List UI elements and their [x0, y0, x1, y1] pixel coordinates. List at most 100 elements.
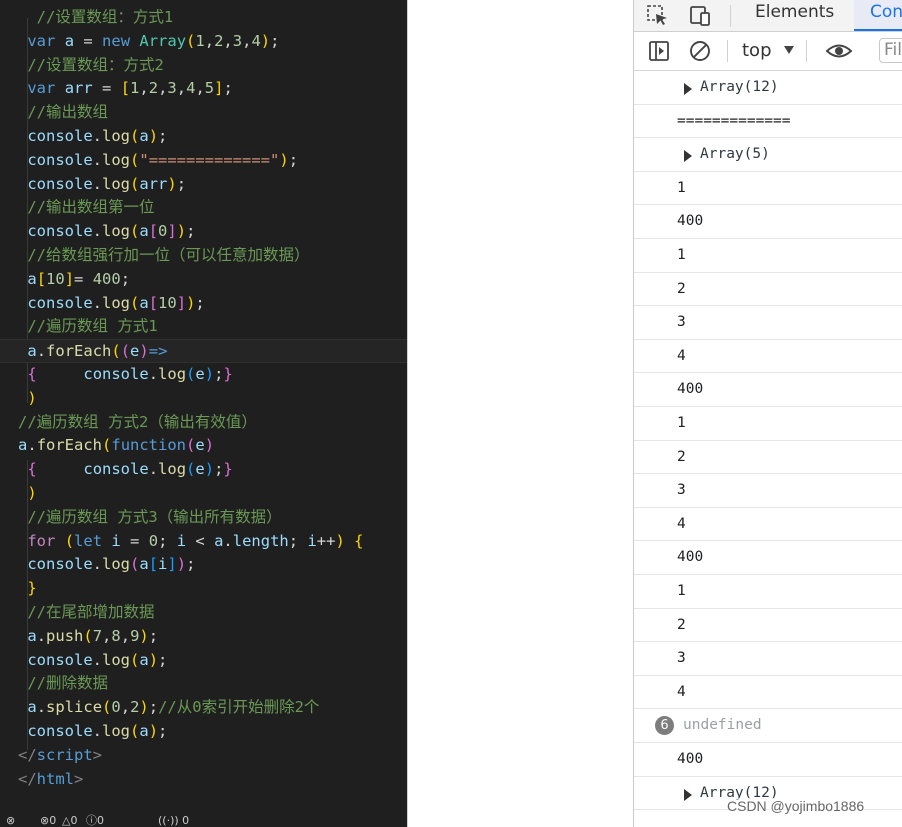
code-editor[interactable]: //设置数组：方式1 var a = new Array(1,2,3,4); /…	[0, 0, 407, 827]
code-token: (	[130, 127, 140, 145]
code-token: >	[92, 745, 103, 764]
code-token: =	[120, 531, 149, 550]
warnings-icon[interactable]: △0	[62, 815, 77, 827]
console-message[interactable]: Array(12)	[634, 71, 902, 105]
code-token: (	[186, 365, 196, 383]
code-token: ;	[158, 531, 177, 550]
code-token: )	[148, 722, 159, 740]
code-line: }	[0, 577, 36, 601]
code-token: )	[186, 293, 196, 312]
code-line: console.log(a[10]);	[0, 292, 204, 316]
code-token: console	[83, 460, 149, 479]
code-token: (	[130, 293, 140, 312]
code-token: a	[27, 269, 37, 288]
expand-triangle-icon[interactable]	[684, 83, 692, 95]
code-token: )	[176, 555, 187, 574]
remote-icon[interactable]: ⊗	[6, 815, 15, 827]
console-message-text: 400	[677, 751, 704, 767]
console-message-text: 2	[677, 616, 686, 633]
code-token: (	[64, 531, 75, 550]
code-token: (	[186, 460, 196, 479]
expand-triangle-icon[interactable]	[684, 788, 692, 801]
code-line: a.forEach(function(e)	[0, 434, 214, 458]
code-token: ;	[158, 722, 168, 740]
filter-input[interactable]: Fil	[879, 38, 902, 63]
tab-elements[interactable]: Elements	[755, 0, 834, 31]
code-token: )	[204, 436, 215, 455]
code-token: )	[204, 460, 215, 479]
code-token: a	[18, 436, 28, 455]
console-message: 4	[634, 508, 902, 542]
clear-console-icon[interactable]	[688, 39, 712, 63]
code-token: console	[27, 174, 93, 193]
code-token: e	[195, 365, 205, 383]
context-selector[interactable]: top	[742, 38, 772, 64]
console-toolbar: top Fil	[634, 32, 902, 71]
code-token: .	[92, 722, 103, 740]
code-token: //遍历数组 方式2（输出有效值）	[18, 412, 257, 431]
code-token: ;	[214, 365, 224, 383]
code-token: 8	[111, 626, 121, 645]
console-message-text: Array(5)	[700, 146, 770, 163]
tab-console[interactable]: Con	[854, 0, 902, 31]
code-token: 10	[46, 269, 65, 288]
code-token: a	[27, 626, 37, 645]
expand-triangle-icon[interactable]	[684, 150, 692, 163]
code-token: )	[148, 127, 159, 145]
console-message-text: 400	[677, 213, 704, 230]
code-token: =	[74, 269, 93, 288]
code-token: (	[130, 722, 140, 740]
device-toolbar-icon[interactable]	[688, 4, 712, 28]
code-token: for	[27, 531, 56, 550]
console-message: 1	[634, 407, 902, 441]
code-token: (	[130, 222, 140, 241]
code-token: ]	[167, 555, 177, 574]
console-message-text: 1	[677, 179, 686, 196]
code-token: 10	[158, 293, 177, 312]
code-line: </html>	[0, 768, 83, 792]
code-token: )	[139, 626, 149, 645]
code-token: 3	[232, 31, 243, 50]
code-token: let	[74, 531, 103, 550]
console-message: 2	[634, 441, 902, 475]
console-message[interactable]: Array(5)	[634, 138, 902, 172]
toolbar-separator	[727, 40, 728, 62]
code-token: log	[102, 650, 131, 669]
code-token: }	[223, 365, 233, 383]
eye-icon[interactable]	[825, 39, 853, 63]
code-line: //删除数据	[0, 672, 108, 696]
code-token: a	[139, 293, 149, 312]
broadcast-icon[interactable]: ((·)) 0	[158, 815, 189, 827]
sidebar-toggle-icon[interactable]	[647, 39, 671, 63]
code-token: ,	[102, 626, 112, 645]
code-token: ,	[195, 79, 205, 98]
chevron-down-icon[interactable]	[784, 46, 794, 54]
info-icon[interactable]: ⓘ0	[86, 815, 104, 827]
inspect-element-icon[interactable]	[646, 4, 670, 28]
errors-icon[interactable]: ⊗0	[40, 815, 56, 827]
code-token: ;	[223, 79, 233, 98]
code-line: //输出数组第一位	[0, 196, 154, 220]
code-token: //从0索引开始删除2个	[158, 698, 320, 717]
code-token: log	[102, 722, 131, 740]
console-message: 6 undefined	[634, 709, 902, 743]
code-token: log	[102, 222, 131, 241]
code-line: for (let i = 0; i < a.length; i++) {	[0, 530, 363, 554]
console-message-text: 400	[677, 549, 704, 566]
console-message: 2	[634, 273, 902, 307]
code-token: .	[92, 293, 103, 312]
code-token: )	[204, 365, 215, 383]
code-token: a	[139, 650, 149, 669]
code-token: }	[223, 460, 233, 479]
